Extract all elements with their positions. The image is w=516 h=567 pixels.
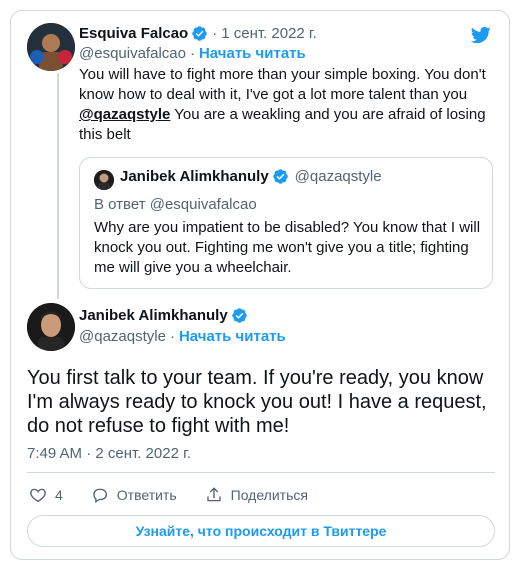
share-label: Поделиться (230, 487, 308, 503)
explore-twitter-button[interactable]: Узнайте, что происходит в Твиттере (27, 515, 495, 547)
like-button[interactable]: 4 (29, 486, 63, 504)
embedded-tweet-card: Esquiva Falcao · 1 сент. 2022 г. @esquiv… (10, 10, 510, 560)
follow-button[interactable]: Начать читать (179, 328, 286, 345)
parent-tweet-header: Esquiva Falcao · 1 сент. 2022 г. (79, 25, 317, 42)
reply-icon (93, 488, 107, 504)
author-handle[interactable]: @qazaqstyle (79, 328, 166, 345)
quoted-header: Janibek Alimkhanuly @qazaqstyle (120, 168, 382, 185)
author-handle[interactable]: @esquivafalcao (79, 45, 186, 62)
main-handle-row: @qazaqstyle · Начать читать (79, 328, 286, 345)
main-tweet-text: You first talk to your team. If you're r… (27, 367, 487, 437)
avatar-esquiva[interactable] (27, 23, 75, 71)
like-count: 4 (55, 487, 63, 503)
tweet-timestamp[interactable]: 7:49 AM · 2 сент. 2022 г. (27, 445, 191, 462)
parent-text-part1: You will have to fight more than your si… (79, 66, 486, 103)
quoted-tweet[interactable]: Janibek Alimkhanuly @qazaqstyle В ответ … (79, 157, 493, 289)
author-name[interactable]: Janibek Alimkhanuly (79, 307, 228, 324)
quoted-handle: @qazaqstyle (294, 168, 382, 185)
author-name[interactable]: Esquiva Falcao (79, 25, 188, 42)
share-icon (206, 487, 221, 502)
dot-separator: · (189, 45, 195, 62)
tweet-date[interactable]: 1 сент. 2022 г. (221, 25, 317, 42)
reply-label: Ответить (116, 487, 177, 503)
mention-link[interactable]: @qazaqstyle (79, 106, 170, 123)
parent-tweet-text: You will have to fight more than your si… (79, 65, 497, 145)
divider (27, 472, 495, 473)
parent-handle-row: @esquivafalcao · Начать читать (79, 45, 306, 62)
thread-line (57, 73, 59, 299)
avatar-janibek[interactable] (27, 303, 75, 351)
follow-button[interactable]: Начать читать (199, 45, 306, 62)
twitter-bird-icon[interactable] (469, 25, 493, 45)
dot-separator: · (169, 328, 175, 345)
action-bar: 4 Ответить Поделиться (29, 486, 336, 504)
quoted-avatar (94, 170, 114, 190)
heart-icon (30, 488, 46, 503)
reply-button[interactable]: Ответить (91, 486, 177, 504)
main-tweet-header: Janibek Alimkhanuly (79, 307, 248, 324)
quoted-author-name: Janibek Alimkhanuly (120, 168, 269, 185)
verified-badge-icon (192, 26, 207, 41)
quoted-text: Why are you impatient to be disabled? Yo… (94, 219, 481, 276)
verified-badge-icon (272, 169, 288, 184)
verified-badge-icon (231, 308, 247, 323)
dot-separator: · (212, 25, 218, 42)
share-button[interactable]: Поделиться (205, 486, 308, 504)
reply-to-label: В ответ @esquivafalcao (94, 196, 257, 213)
